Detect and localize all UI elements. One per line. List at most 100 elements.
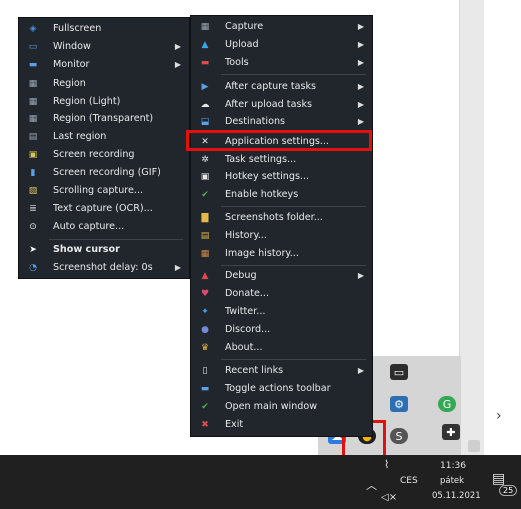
donate-icon: ♥ — [200, 288, 210, 299]
capture-submenu: ◈ Fullscreen ▭ Window ▶ ▬ Monitor ▶ ▦ Region ▦… — [19, 18, 189, 278]
submenu-arrow-icon: ▶ — [357, 40, 364, 49]
tools-icon: ▬ — [200, 57, 210, 68]
submenu-arrow-icon: ▶ — [174, 42, 181, 51]
delay-icon: ◔ — [29, 262, 37, 273]
menu-item-fullscreen[interactable]: ◈ Fullscreen — [19, 20, 189, 37]
menu-item-region[interactable]: ▦ Region — [19, 75, 189, 92]
sharex-tray-icon[interactable]: ▭ — [390, 364, 408, 380]
menu-item-scrolling-capture[interactable]: ▧ Scrolling capture... — [19, 182, 189, 199]
clock-time[interactable]: 11:36 — [440, 461, 466, 471]
submenu-arrow-icon: ▶ — [357, 271, 364, 280]
history-icon: ▤ — [200, 230, 210, 241]
language-indicator[interactable]: CES — [400, 476, 418, 486]
highlight-application-settings — [186, 130, 372, 151]
fullscreen-icon: ◈ — [29, 23, 37, 34]
about-icon: ♛ — [200, 342, 210, 353]
scroll-down-button[interactable] — [468, 440, 480, 452]
gif-recording-icon: ▮ — [30, 167, 36, 178]
submenu-arrow-icon: ▶ — [174, 60, 181, 69]
destinations-icon: ⬓ — [200, 116, 210, 127]
menu-item-about[interactable]: ♛ About... — [191, 339, 372, 356]
menu-item-hotkey-settings[interactable]: ▣ Hotkey settings... — [191, 168, 372, 185]
menu-item-monitor[interactable]: ▬ Monitor ▶ — [19, 56, 189, 73]
menu-item-enable-hotkeys[interactable]: ✔ Enable hotkeys — [191, 186, 372, 203]
menu-item-screen-recording-gif[interactable]: ▮ Screen recording (GIF) — [19, 164, 189, 181]
debug-icon: ▲ — [201, 270, 209, 281]
menu-item-toggle-actions-toolbar[interactable]: ▬ Toggle actions toolbar — [191, 380, 372, 397]
menu-separator — [221, 265, 366, 266]
submenu-arrow-icon: ▶ — [357, 58, 364, 67]
sharex-tray-menu: ▦ Capture ▶ ▲ Upload ▶ ▬ Tools ▶ ▶ After captur… — [191, 16, 372, 436]
menu-item-upload[interactable]: ▲ Upload ▶ — [191, 36, 372, 53]
network-icon[interactable]: ⌇ — [384, 458, 389, 471]
actions-toolbar-icon: ▬ — [200, 383, 210, 394]
menu-separator — [221, 206, 366, 207]
clock-day[interactable]: pátek — [440, 476, 464, 486]
note-icon[interactable]: ✚ — [442, 424, 460, 440]
app-tray-icon[interactable]: ⚙ — [390, 396, 408, 412]
submenu-arrow-icon: ▶ — [357, 82, 364, 91]
after-capture-icon: ▶ — [201, 81, 209, 92]
menu-item-open-main-window[interactable]: ✔ Open main window — [191, 398, 372, 415]
screenshots-folder-icon: ▇ — [201, 212, 209, 223]
menu-item-history[interactable]: ▤ History... — [191, 227, 372, 244]
chevron-right-icon[interactable]: › — [496, 408, 502, 424]
capture-icon: ▦ — [200, 21, 210, 32]
menu-item-region-light[interactable]: ▦ Region (Light) — [19, 93, 189, 110]
after-upload-icon: ☁ — [200, 99, 210, 110]
menu-item-ocr[interactable]: ≣ Text capture (OCR)... — [19, 200, 189, 217]
region-transparent-icon: ▦ — [28, 113, 38, 124]
menu-item-image-history[interactable]: ▦ Image history... — [191, 245, 372, 262]
submenu-arrow-icon: ▶ — [357, 117, 364, 126]
window-icon: ▭ — [28, 41, 38, 52]
notification-count-badge: 25 — [499, 485, 518, 496]
submenu-arrow-icon: ▶ — [174, 263, 181, 272]
menu-item-recent-links[interactable]: ▯ Recent links ▶ — [191, 362, 372, 379]
menu-item-screenshot-delay[interactable]: ◔ Screenshot delay: 0s ▶ — [19, 259, 189, 276]
menu-item-window[interactable]: ▭ Window ▶ — [19, 38, 189, 55]
discord-icon: ● — [201, 324, 209, 335]
volume-icon[interactable]: ◁× — [381, 492, 397, 503]
menu-item-last-region[interactable]: ▤ Last region — [19, 128, 189, 145]
cursor-icon: ➤ — [29, 244, 37, 255]
menu-item-screen-recording[interactable]: ▣ Screen recording — [19, 146, 189, 163]
menu-item-tools[interactable]: ▬ Tools ▶ — [191, 54, 372, 71]
enable-hotkeys-icon: ✔ — [201, 189, 209, 200]
ocr-icon: ≣ — [29, 203, 37, 214]
menu-item-after-capture[interactable]: ▶ After capture tasks ▶ — [191, 78, 372, 95]
open-main-window-icon: ✔ — [201, 401, 209, 412]
sync-icon[interactable]: S — [390, 428, 408, 444]
menu-item-discord[interactable]: ● Discord... — [191, 321, 372, 338]
region-light-icon: ▦ — [28, 96, 38, 107]
clock-date[interactable]: 05.11.2021 — [432, 491, 481, 501]
menu-separator — [221, 74, 366, 75]
menu-item-after-upload[interactable]: ☁ After upload tasks ▶ — [191, 96, 372, 113]
exit-icon: ✖ — [201, 419, 209, 430]
twitter-icon: ✦ — [201, 306, 209, 317]
last-region-icon: ▤ — [28, 131, 38, 142]
region-icon: ▦ — [28, 78, 38, 89]
scrolling-capture-icon: ▧ — [28, 185, 38, 196]
taskbar: ︿ ⌇ ◁× CES 11:36 pátek 05.11.2021 ▤ 25 — [0, 455, 521, 509]
task-settings-icon: ✲ — [201, 154, 209, 165]
grammarly-icon[interactable]: G — [438, 396, 456, 412]
window-scrollbar[interactable] — [459, 0, 484, 455]
menu-item-auto-capture[interactable]: ⊙ Auto capture... — [19, 218, 189, 235]
menu-item-region-transparent[interactable]: ▦ Region (Transparent) — [19, 110, 189, 127]
menu-separator — [221, 359, 366, 360]
menu-item-screenshots-folder[interactable]: ▇ Screenshots folder... — [191, 209, 372, 226]
submenu-arrow-icon: ▶ — [357, 366, 364, 375]
recent-links-icon: ▯ — [202, 365, 208, 376]
menu-item-donate[interactable]: ♥ Donate... — [191, 285, 372, 302]
menu-item-debug[interactable]: ▲ Debug ▶ — [191, 267, 372, 284]
menu-item-task-settings[interactable]: ✲ Task settings... — [191, 151, 372, 168]
auto-capture-icon: ⊙ — [29, 221, 37, 232]
menu-item-destinations[interactable]: ⬓ Destinations ▶ — [191, 113, 372, 130]
upload-icon: ▲ — [201, 39, 209, 50]
menu-item-twitter[interactable]: ✦ Twitter... — [191, 303, 372, 320]
hotkey-settings-icon: ▣ — [200, 171, 210, 182]
menu-item-exit[interactable]: ✖ Exit — [191, 416, 372, 433]
menu-item-capture[interactable]: ▦ Capture ▶ — [191, 18, 372, 35]
menu-item-show-cursor[interactable]: ➤ Show cursor — [19, 241, 189, 258]
chevron-up-icon[interactable]: ︿ — [366, 477, 377, 493]
